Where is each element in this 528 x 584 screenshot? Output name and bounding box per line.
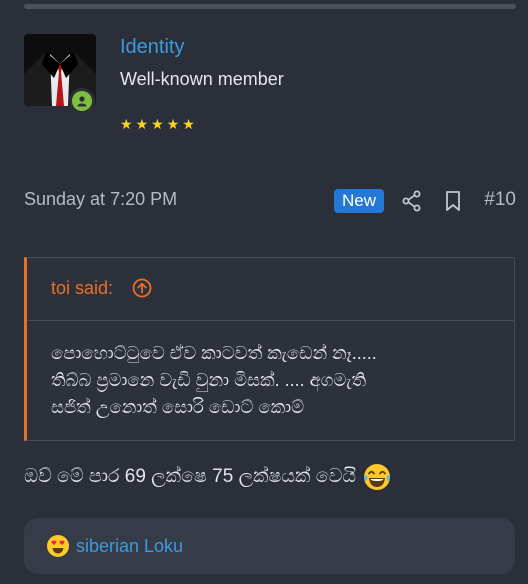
bookmark-icon[interactable]	[442, 189, 464, 213]
new-badge: New	[334, 189, 385, 213]
quote-text: පොහොට්ටුවෙ ඒව කාටවත් කැඩෙන් නෑ..... තිබ්…	[51, 340, 491, 421]
post-timestamp[interactable]: Sunday at 7:20 PM	[24, 189, 177, 210]
user-rating-stars: ★ ★ ★ ★ ★	[120, 116, 195, 132]
share-icon[interactable]	[401, 189, 423, 213]
quote-author-link[interactable]: toi said:	[51, 278, 113, 299]
quote-line: තිබ්බ ප්‍රමානෙ වැඩි වුනා මිසක්. .... අගම…	[51, 370, 367, 390]
reaction-user-link[interactable]: siberian Loku	[76, 536, 183, 557]
arrow-up-circle-icon[interactable]	[132, 278, 152, 298]
quote-line: සජිත් උනොත් සොරි ඩොට් කොම්	[51, 397, 305, 417]
star-icon: ★	[120, 116, 133, 132]
laughing-emoji-icon	[362, 462, 392, 492]
star-icon: ★	[135, 116, 149, 132]
post-number-link[interactable]: #10	[484, 189, 516, 211]
quote-block: toi said: පොහොට්ටුවෙ ඒව කාටවත් කැඩෙන් නෑ…	[24, 257, 515, 441]
star-icon: ★	[182, 116, 195, 132]
post-meta: Sunday at 7:20 PM New #10	[24, 189, 516, 213]
reactions-bar[interactable]: siberian Loku	[24, 518, 515, 574]
top-divider	[24, 4, 516, 9]
quote-line: පොහොට්ටුවෙ ඒව කාටවත් කැඩෙන් නෑ.....	[51, 343, 377, 363]
star-icon: ★	[166, 116, 180, 132]
username-link[interactable]: Identity	[120, 36, 184, 59]
user-title: Well-known member	[120, 69, 284, 89]
message-text: ඔව් මේ පාර 69 ලක්ෂෙ 75 ලක්ෂයක් වෙයි	[24, 466, 357, 487]
online-status-icon	[69, 88, 95, 114]
post-message: ඔව් මේ පාර 69 ලක්ෂෙ 75 ලක්ෂයක් වෙයි	[24, 462, 392, 492]
heart-eyes-emoji-icon	[46, 534, 70, 558]
star-icon: ★	[151, 116, 164, 132]
quote-header: toi said:	[27, 258, 514, 321]
